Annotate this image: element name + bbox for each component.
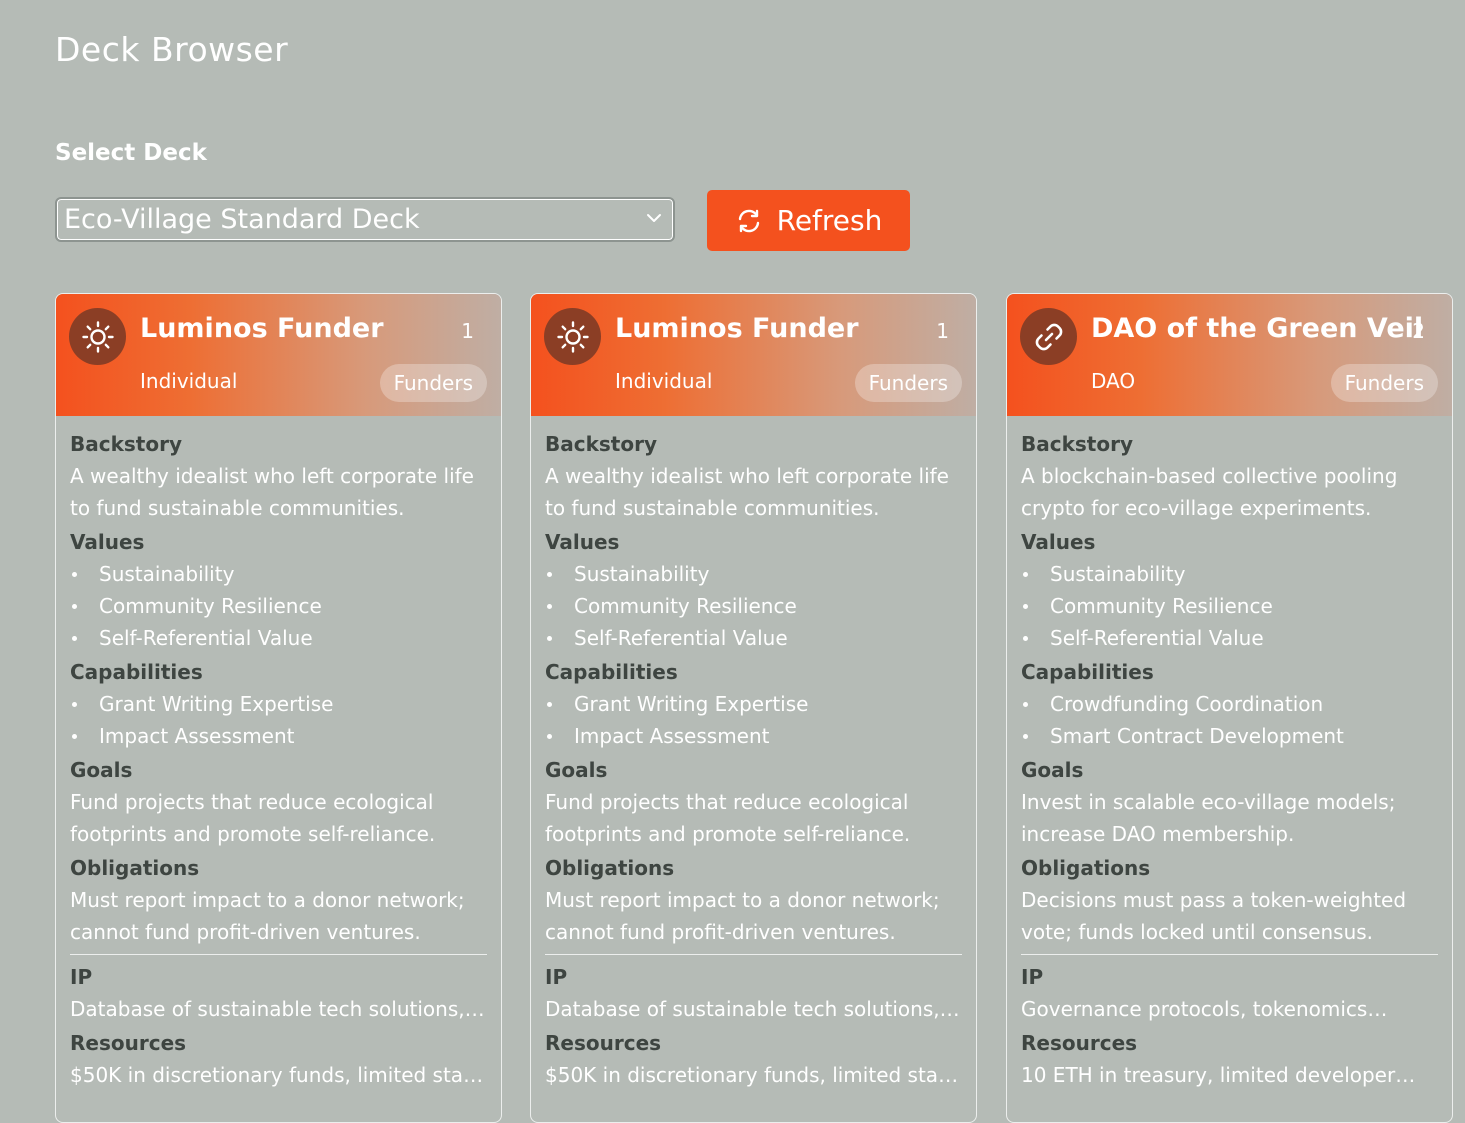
capabilities-heading: Capabilities (70, 660, 203, 684)
backstory-text: A wealthy idealist who left corporate li… (545, 464, 949, 520)
card-count: 1 (936, 319, 949, 343)
goals-text: Invest in scalable eco-village models; i… (1021, 790, 1396, 846)
values-heading: Values (545, 530, 620, 554)
card-body: Backstory A wealthy idealist who left co… (56, 416, 501, 1091)
list-item: Impact Assessment (545, 720, 962, 752)
goals-heading: Goals (70, 758, 133, 782)
divider (1021, 954, 1438, 955)
card-count: 2 (1412, 319, 1425, 343)
category-badge: Funders (1330, 364, 1438, 402)
character-card[interactable]: DAO of the Green Veil 2 DAO Funders Back… (1006, 293, 1453, 1123)
goals-text: Fund projects that reduce ecological foo… (70, 790, 436, 846)
card-header: Luminos Funder 1 Individual Funders (531, 294, 976, 416)
values-list: Sustainability Community Resilience Self… (1021, 558, 1438, 654)
refresh-icon (738, 209, 759, 232)
ip-heading: IP (545, 965, 568, 989)
ip-text: Database of sustainable tech solutions,… (545, 997, 960, 1021)
backstory-heading: Backstory (545, 432, 658, 456)
select-deck-label: Select Deck (55, 140, 207, 166)
values-list: Sustainability Community Resilience Self… (545, 558, 962, 654)
ip-heading: IP (70, 965, 93, 989)
ip-text: Governance protocols, tokenomics… (1021, 997, 1388, 1021)
list-item: Sustainability (545, 558, 962, 590)
backstory-text: A blockchain-based collective pooling cr… (1021, 464, 1398, 520)
card-type: Individual (140, 369, 238, 393)
resources-text: $50K in discretionary funds, limited sta… (70, 1063, 487, 1087)
character-card[interactable]: Luminos Funder 1 Individual Funders Back… (55, 293, 502, 1123)
obligations-text: Must report impact to a donor network; c… (545, 888, 940, 944)
ip-heading: IP (1021, 965, 1044, 989)
obligations-heading: Obligations (545, 856, 675, 880)
capabilities-list: Grant Writing Expertise Impact Assessmen… (70, 688, 487, 752)
refresh-button[interactable]: Refresh (707, 190, 910, 251)
backstory-text: A wealthy idealist who left corporate li… (70, 464, 474, 520)
resources-heading: Resources (545, 1031, 662, 1055)
resources-text: 10 ETH in treasury, limited developer… (1021, 1063, 1416, 1087)
card-header: Luminos Funder 1 Individual Funders (56, 294, 501, 416)
chevron-down-icon (647, 214, 661, 222)
divider (545, 954, 962, 955)
list-item: Impact Assessment (70, 720, 487, 752)
category-badge: Funders (854, 364, 962, 402)
card-name: DAO of the Green Veil (1091, 313, 1424, 344)
list-item: Grant Writing Expertise (545, 688, 962, 720)
values-heading: Values (1021, 530, 1096, 554)
card-body: Backstory A wealthy idealist who left co… (531, 416, 976, 1091)
sun-icon (81, 320, 114, 353)
resources-text: $50K in discretionary funds, limited sta… (545, 1063, 962, 1087)
list-item: Self-Referential Value (545, 622, 962, 654)
card-type: DAO (1091, 369, 1136, 393)
refresh-button-label: Refresh (776, 204, 883, 237)
backstory-heading: Backstory (1021, 432, 1134, 456)
goals-heading: Goals (1021, 758, 1084, 782)
goals-heading: Goals (545, 758, 608, 782)
goals-text: Fund projects that reduce ecological foo… (545, 790, 911, 846)
card-type: Individual (615, 369, 713, 393)
resources-heading: Resources (70, 1031, 187, 1055)
list-item: Crowdfunding Coordination (1021, 688, 1438, 720)
resources-heading: Resources (1021, 1031, 1138, 1055)
list-item: Self-Referential Value (70, 622, 487, 654)
ip-text: Database of sustainable tech solutions,… (70, 997, 485, 1021)
avatar (1020, 308, 1077, 365)
backstory-heading: Backstory (70, 432, 183, 456)
obligations-heading: Obligations (70, 856, 200, 880)
card-body: Backstory A blockchain-based collective … (1007, 416, 1452, 1091)
category-badge: Funders (379, 364, 487, 402)
list-item: Community Resilience (70, 590, 487, 622)
character-card[interactable]: Luminos Funder 1 Individual Funders Back… (530, 293, 977, 1123)
list-item: Smart Contract Development (1021, 720, 1438, 752)
values-heading: Values (70, 530, 145, 554)
capabilities-list: Grant Writing Expertise Impact Assessmen… (545, 688, 962, 752)
sun-icon (556, 320, 589, 353)
list-item: Grant Writing Expertise (70, 688, 487, 720)
list-item: Sustainability (1021, 558, 1438, 590)
card-name: Luminos Funder (615, 313, 859, 344)
values-list: Sustainability Community Resilience Self… (70, 558, 487, 654)
list-item: Sustainability (70, 558, 487, 590)
obligations-heading: Obligations (1021, 856, 1151, 880)
capabilities-heading: Capabilities (545, 660, 678, 684)
obligations-text: Decisions must pass a token-weighted vot… (1021, 888, 1407, 944)
capabilities-list: Crowdfunding Coordination Smart Contract… (1021, 688, 1438, 752)
card-header: DAO of the Green Veil 2 DAO Funders (1007, 294, 1452, 416)
deck-select[interactable]: Eco-Village Standard Deck (55, 197, 675, 242)
list-item: Self-Referential Value (1021, 622, 1438, 654)
card-count: 1 (461, 319, 474, 343)
list-item: Community Resilience (545, 590, 962, 622)
list-item: Community Resilience (1021, 590, 1438, 622)
page-title: Deck Browser (55, 30, 289, 69)
divider (70, 954, 487, 955)
deck-select-value: Eco-Village Standard Deck (64, 204, 420, 235)
avatar (69, 308, 126, 365)
capabilities-heading: Capabilities (1021, 660, 1154, 684)
card-name: Luminos Funder (140, 313, 384, 344)
obligations-text: Must report impact to a donor network; c… (70, 888, 465, 944)
link-icon (1035, 323, 1062, 350)
avatar (544, 308, 601, 365)
